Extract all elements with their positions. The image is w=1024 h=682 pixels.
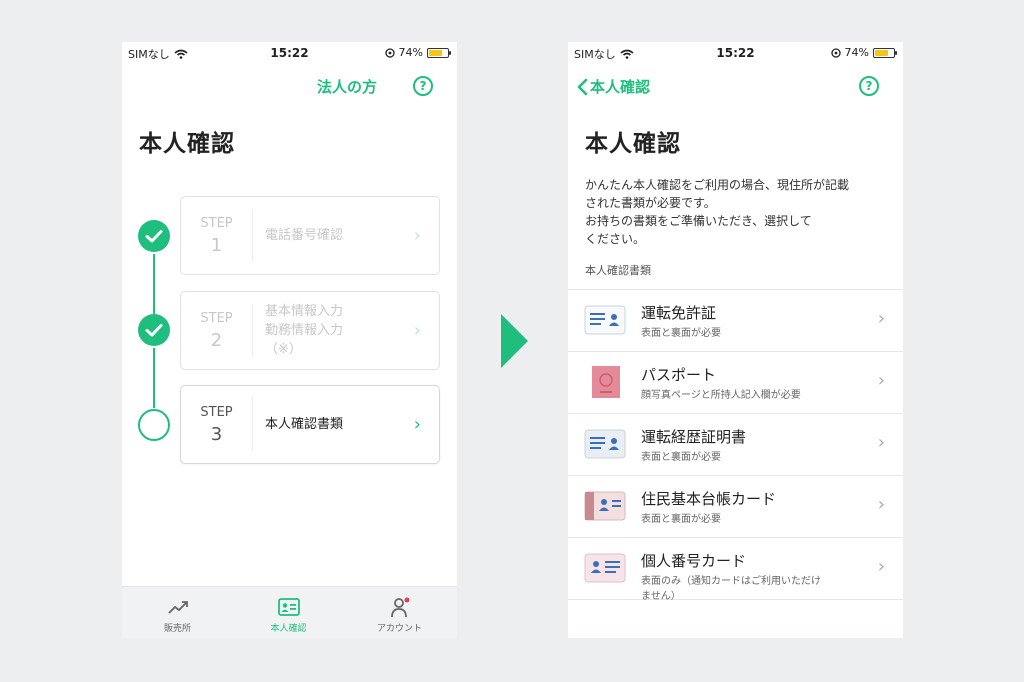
battery-icon [873,47,897,58]
document-list: 運転免許証 表面と裏面が必要 › パスポート 顔写真ページと所持人記入欄が必要 … [568,289,903,602]
document-note: 表面のみ（通知カードはご利用いただけ ません） [641,576,821,602]
document-note: 表面と裏面が必要 [641,452,721,463]
chevron-right-icon: › [877,308,885,329]
chevron-right-icon: › [877,370,885,391]
document-item-driving-record[interactable]: 運転経歴証明書 表面と裏面が必要 › [568,414,903,476]
step-label: STEP [200,215,233,231]
document-item-my-number-card[interactable]: 個人番号カード 表面のみ（通知カードはご利用いただけ ません） › [568,538,903,602]
document-name: パスポート [641,366,717,384]
document-note: 表面と裏面が必要 [641,328,721,339]
step-number: 2 [210,329,223,351]
chevron-right-icon: › [413,224,421,246]
description-text: かんたん本人確認をご利用の場合、現住所が記載 された書類が必要です。 お持ちの書… [585,178,850,246]
id-card-icon [277,598,300,616]
chevron-right-icon: › [413,413,421,435]
document-note: 顔写真ページと所持人記入欄が必要 [641,390,801,401]
chevron-right-icon: › [877,494,885,515]
location-icon [384,47,395,58]
step-connector [153,254,155,314]
step-number: 3 [210,423,223,445]
help-icon[interactable]: ? [413,76,433,96]
my-number-card-icon [584,553,626,583]
step-2-check-icon [138,314,170,346]
chevron-left-icon [577,78,588,95]
chart-line-icon [167,601,188,614]
document-note: 表面と裏面が必要 [641,514,721,525]
step-connector [153,348,155,408]
help-icon[interactable]: ? [859,76,879,96]
status-bar: SIMなし 15:22 74% [568,42,903,64]
status-bar: SIMなし 15:22 74% [122,42,457,64]
step-card-1: STEP 1 電話番号確認 › [180,196,440,275]
tab-exchange[interactable]: 販売所 [122,587,233,638]
document-item-drivers-license[interactable]: 運転免許証 表面と裏面が必要 › [568,290,903,352]
document-item-resident-card[interactable]: 住民基本台帳カード 表面と裏面が必要 › [568,476,903,538]
document-name: 個人番号カード [641,552,747,570]
chevron-right-icon: › [877,556,885,577]
document-name: 運転経歴証明書 [641,428,747,446]
step-card-3[interactable]: STEP 3 本人確認書類 › [180,385,440,464]
resident-card-icon [584,491,626,521]
phone-screen-documents: SIMなし 15:22 74% 本人確認 ? 本人確認 かんたん本人確認をご利用… [568,42,903,638]
tab-label: 本人確認 [270,624,307,634]
battery-percent: 74% [398,46,423,59]
back-button[interactable]: 本人確認 [576,76,650,97]
document-item-passport[interactable]: パスポート 顔写真ページと所持人記入欄が必要 › [568,352,903,414]
battery-icon [427,47,451,58]
phone-screen-steps: SIMなし 15:22 74% 法人の方 ? 本人確認 STEP 1 電話番号確… [122,42,457,638]
step-text: 基本情報入力 勤務情報入力 （※） [265,304,344,357]
chevron-right-icon: › [413,319,421,341]
document-name: 住民基本台帳カード [641,490,777,508]
section-label: 本人確認書類 [585,264,651,277]
arrow-right-icon [501,314,528,368]
tab-label: アカウント [376,624,422,634]
tab-bar: 販売所 本人確認 アカウント [122,586,457,638]
step-text: 電話番号確認 [265,228,344,243]
page-title: 本人確認 [585,131,681,157]
step-3-circle-icon [138,409,170,441]
passport-icon [592,366,620,398]
back-label: 本人確認 [590,78,651,96]
corporate-link[interactable]: 法人の方 [317,76,377,97]
driving-record-icon [584,429,626,459]
step-card-2: STEP 2 基本情報入力 勤務情報入力 （※） › [180,291,440,370]
step-1-check-icon [138,220,170,252]
account-icon [390,597,409,618]
tab-identity[interactable]: 本人確認 [233,587,344,638]
tab-label: 販売所 [163,624,191,634]
chevron-right-icon: › [877,432,885,453]
document-name: 運転免許証 [641,304,717,322]
tab-account[interactable]: アカウント [344,587,455,638]
step-label: STEP [200,404,233,420]
step-text: 本人確認書類 [265,417,344,432]
location-icon [830,47,841,58]
step-number: 1 [210,234,223,256]
drivers-license-icon [584,305,626,335]
battery-percent: 74% [844,46,869,59]
step-label: STEP [200,310,233,326]
page-title: 本人確認 [139,131,235,157]
